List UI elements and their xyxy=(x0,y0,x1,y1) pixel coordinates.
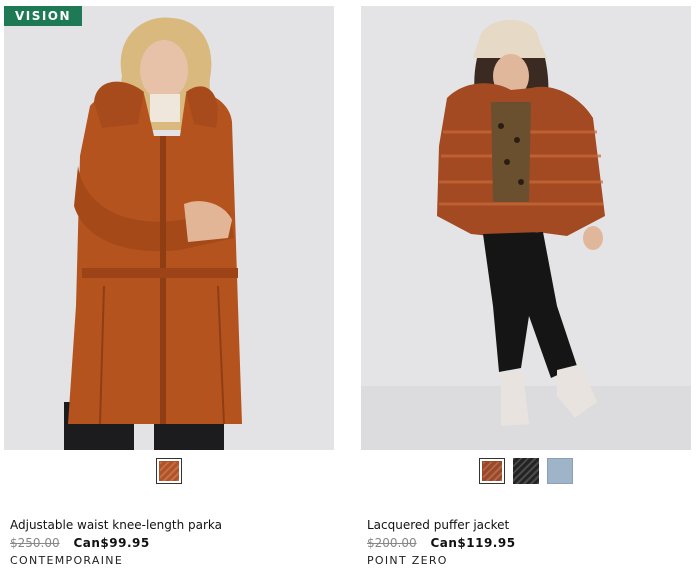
vision-badge: VISION xyxy=(4,6,82,26)
original-price: $250.00 xyxy=(10,536,60,550)
product-title[interactable]: Adjustable waist knee-length parka xyxy=(10,518,222,532)
price-row: $250.00 Can$99.95 xyxy=(10,536,150,550)
parka-model-illustration xyxy=(4,6,334,450)
product-image[interactable]: VISION xyxy=(4,6,334,450)
brand-name: CONTEMPORAINE xyxy=(10,554,124,567)
product-image[interactable] xyxy=(361,6,691,450)
swatch-rust[interactable] xyxy=(479,458,505,484)
swatch-burnt-orange[interactable] xyxy=(156,458,182,484)
product-title[interactable]: Lacquered puffer jacket xyxy=(367,518,509,532)
price-row: $200.00 Can$119.95 xyxy=(367,536,516,550)
puffer-model-illustration xyxy=(361,6,691,450)
swatch-light-blue[interactable] xyxy=(547,458,573,484)
original-price: $200.00 xyxy=(367,536,417,550)
sale-price: Can$119.95 xyxy=(430,536,516,550)
color-swatches xyxy=(361,458,691,490)
color-swatches xyxy=(4,458,334,490)
swatch-black[interactable] xyxy=(513,458,539,484)
brand-name: POINT ZERO xyxy=(367,554,448,567)
sale-price: Can$99.95 xyxy=(73,536,150,550)
